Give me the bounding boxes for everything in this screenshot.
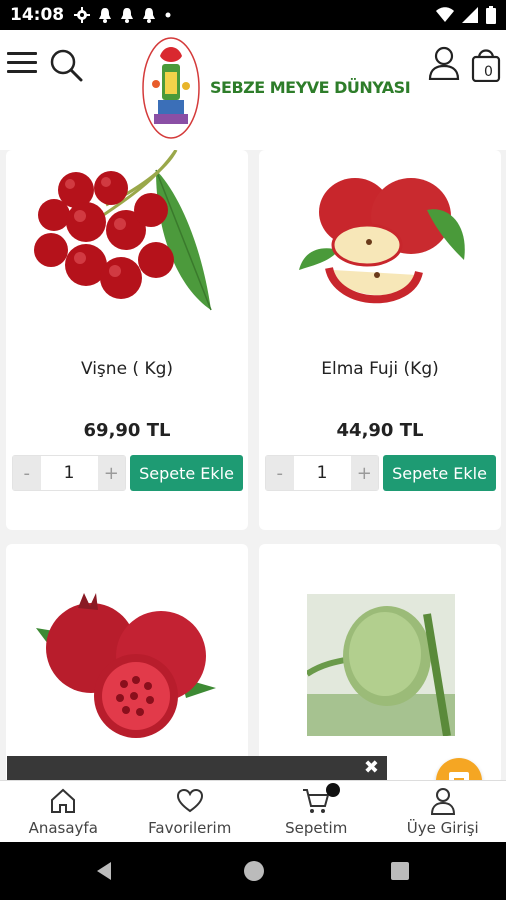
dot-icon: [165, 12, 171, 18]
account-icon[interactable]: [428, 46, 460, 80]
nav-label: Anasayfa: [28, 819, 98, 837]
logo-emblem-icon: [142, 37, 200, 139]
nav-login[interactable]: Üye Girişi: [380, 781, 506, 842]
decrease-button[interactable]: -: [266, 456, 294, 490]
home-button-icon[interactable]: [244, 861, 264, 881]
nav-label: Sepetim: [285, 819, 348, 837]
product-card[interactable]: [259, 544, 501, 784]
bell-icon: [143, 8, 156, 23]
nav-cart[interactable]: Sepetim: [253, 781, 380, 842]
product-name[interactable]: Elma Fuji (Kg): [259, 359, 501, 379]
status-bar: 14:08: [0, 0, 506, 30]
bottom-nav: Anasayfa Favorilerim Sepetim Üye Girişi: [0, 780, 506, 842]
nav-favorites[interactable]: Favorilerim: [127, 781, 254, 842]
battery-icon: [486, 6, 496, 24]
cart-icon-wrap: [302, 783, 341, 815]
add-to-cart-button[interactable]: Sepete Ekle: [130, 455, 243, 491]
product-price: 69,90 TL: [83, 420, 171, 441]
nav-label: Üye Girişi: [406, 819, 479, 837]
system-nav-bar: [0, 842, 506, 900]
product-name[interactable]: Vişne ( Kg): [6, 359, 248, 379]
product-card[interactable]: Elma Fuji (Kg) 44,90 TL - 1 + Sepete Ekl…: [259, 150, 501, 530]
nav-label: Favorilerim: [148, 819, 232, 837]
notification-banner: ✖: [7, 756, 387, 780]
menu-icon[interactable]: [7, 52, 37, 78]
back-icon[interactable]: [97, 862, 111, 880]
quantity-stepper[interactable]: - 1 +: [12, 455, 126, 491]
logo-text: SEBZE MEYVE DÜNYASI: [210, 78, 411, 97]
product-image[interactable]: [6, 588, 248, 738]
product-image[interactable]: [259, 150, 501, 330]
close-banner-button[interactable]: ✖: [364, 759, 379, 777]
search-icon[interactable]: [49, 48, 83, 82]
user-icon: [430, 788, 455, 815]
screen: 14:08 SEBZE MEYVE DÜNYASI 0 Vişne (Kg) …: [0, 0, 506, 900]
notification-icons: [74, 7, 172, 23]
cart-count-badge: 0: [484, 64, 493, 80]
status-time: 14:08: [10, 5, 65, 25]
quantity-input[interactable]: 1: [294, 456, 351, 490]
recents-icon[interactable]: [391, 862, 409, 880]
gear-icon: [74, 7, 91, 23]
brand-logo[interactable]: SEBZE MEYVE DÜNYASI: [140, 34, 411, 142]
product-price: 44,90 TL: [336, 420, 424, 441]
product-card[interactable]: [6, 544, 248, 784]
increase-button[interactable]: +: [350, 456, 379, 490]
signal-icon: [462, 7, 478, 23]
heart-icon: [176, 788, 203, 813]
increase-button[interactable]: +: [97, 456, 126, 490]
wifi-icon: [436, 7, 454, 22]
bell-icon: [99, 8, 112, 23]
home-icon: [51, 788, 76, 813]
quantity-stepper[interactable]: - 1 +: [265, 455, 379, 491]
quantity-input[interactable]: 1: [41, 456, 98, 490]
product-image[interactable]: [6, 150, 248, 330]
add-to-cart-button[interactable]: Sepete Ekle: [383, 455, 496, 491]
nav-home[interactable]: Anasayfa: [0, 781, 127, 842]
bell-icon: [121, 8, 134, 23]
product-image[interactable]: [307, 594, 455, 736]
app-header: SEBZE MEYVE DÜNYASI 0: [0, 30, 506, 150]
product-card[interactable]: Vişne ( Kg) 69,90 TL - 1 + Sepete Ekle: [6, 150, 248, 530]
decrease-button[interactable]: -: [13, 456, 41, 490]
cart-badge: [326, 783, 341, 797]
system-icons: [436, 6, 496, 24]
